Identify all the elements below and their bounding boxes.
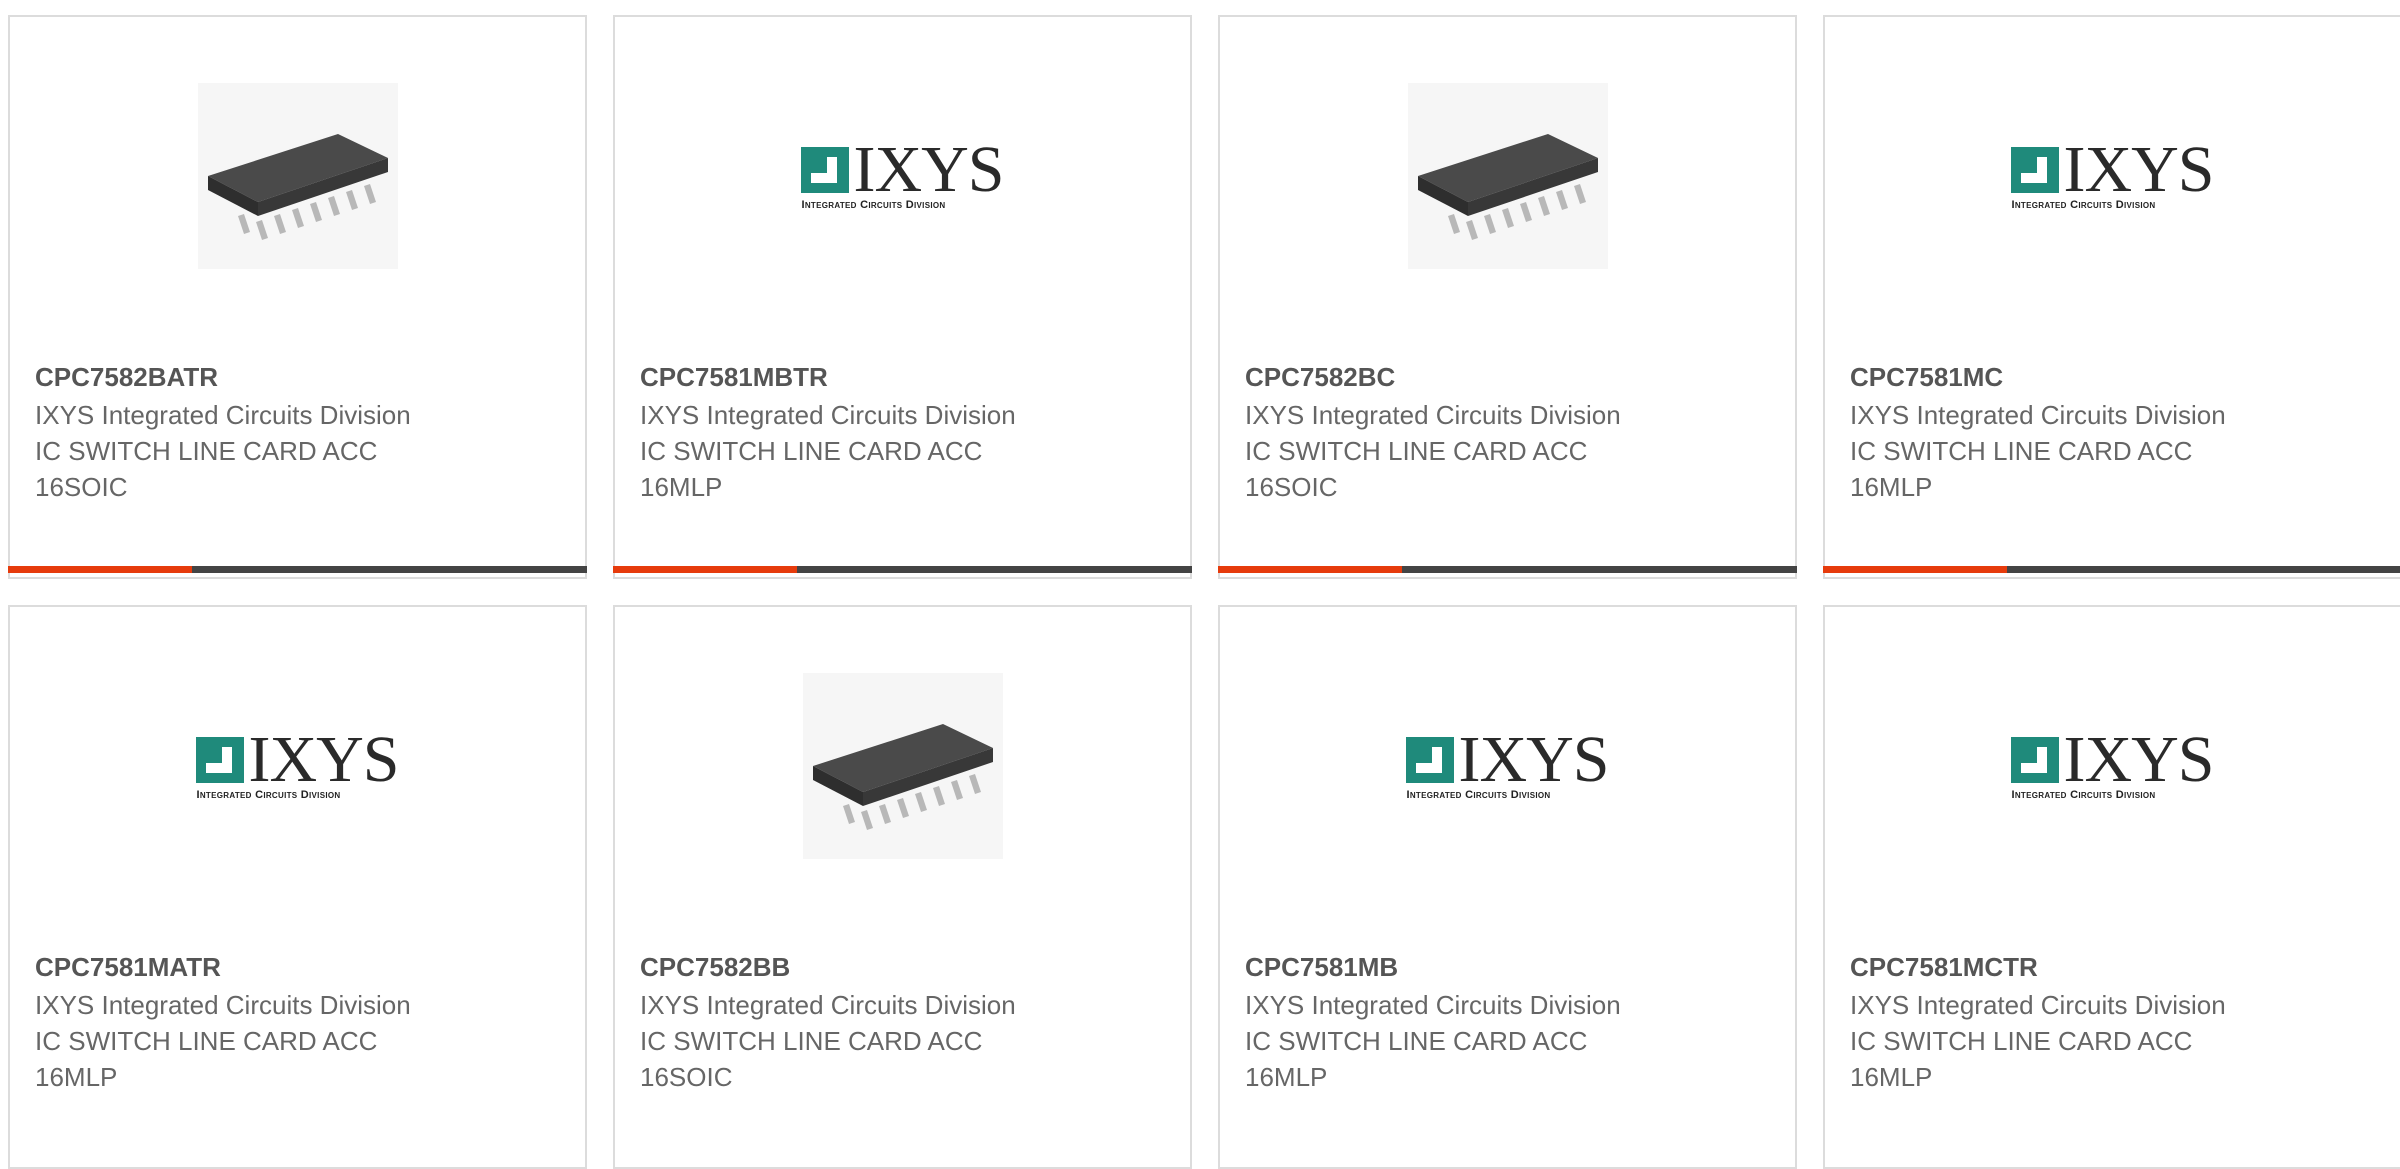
logo-word: IXYS [1458, 722, 1609, 796]
part-number[interactable]: CPC7581MC [1850, 359, 2380, 395]
part-number[interactable]: CPC7581MCTR [1850, 949, 2380, 985]
description: IC SWITCH LINE CARD ACC [35, 1026, 378, 1056]
product-card[interactable]: CPC7582BC IXYS Integrated Circuits Divis… [1218, 15, 1797, 579]
product-card[interactable]: IXYS Integrated Circuits Division CPC758… [613, 15, 1192, 579]
logo-word: IXYS [2063, 722, 2214, 796]
product-card[interactable]: CPC7582BB IXYS Integrated Circuits Divis… [613, 605, 1192, 1169]
product-card[interactable]: IXYS Integrated Circuits Division CPC758… [8, 605, 587, 1169]
description: IC SWITCH LINE CARD ACC [1245, 436, 1588, 466]
manufacturer: IXYS Integrated Circuits Division [1245, 990, 1621, 1020]
product-image[interactable] [615, 671, 1190, 861]
product-image[interactable]: IXYS Integrated Circuits Division [615, 81, 1190, 271]
product-grid: CPC7582BATR IXYS Integrated Circuits Div… [8, 15, 2400, 1169]
card-bottom-bar [1218, 566, 1797, 573]
part-number[interactable]: CPC7582BC [1245, 359, 1775, 395]
logo-word: IXYS [2063, 132, 2214, 206]
package: 16MLP [1245, 1062, 1328, 1092]
manufacturer: IXYS Integrated Circuits Division [1850, 990, 2226, 1020]
product-image[interactable] [10, 81, 585, 271]
logo-word: IXYS [853, 132, 1004, 206]
package: 16MLP [1850, 1062, 1933, 1092]
product-card[interactable]: IXYS Integrated Circuits Division CPC758… [1823, 605, 2400, 1169]
product-card[interactable]: CPC7582BATR IXYS Integrated Circuits Div… [8, 15, 587, 579]
soic-chip-icon [197, 83, 398, 269]
logo-word: IXYS [248, 722, 399, 796]
logo-subtitle: Integrated Circuits Division [196, 788, 341, 801]
part-number[interactable]: CPC7581MATR [35, 949, 565, 985]
logo-subtitle: Integrated Circuits Division [1406, 788, 1551, 801]
card-bottom-bar [8, 566, 587, 573]
part-number[interactable]: CPC7581MBTR [640, 359, 1170, 395]
manufacturer: IXYS Integrated Circuits Division [35, 990, 411, 1020]
package: 16MLP [1850, 472, 1933, 502]
description: IC SWITCH LINE CARD ACC [35, 436, 378, 466]
ixys-logo-icon: IXYS Integrated Circuits Division [2011, 132, 2215, 211]
manufacturer: IXYS Integrated Circuits Division [640, 400, 1016, 430]
manufacturer: IXYS Integrated Circuits Division [35, 400, 411, 430]
part-number[interactable]: CPC7581MB [1245, 949, 1775, 985]
description: IC SWITCH LINE CARD ACC [1850, 436, 2193, 466]
soic-chip-icon [1407, 83, 1608, 269]
ixys-logo-icon: IXYS Integrated Circuits Division [801, 132, 1005, 211]
package: 16SOIC [35, 472, 128, 502]
manufacturer: IXYS Integrated Circuits Division [1850, 400, 2226, 430]
ixys-logo-icon: IXYS Integrated Circuits Division [196, 722, 400, 801]
package: 16MLP [35, 1062, 118, 1092]
product-image[interactable]: IXYS Integrated Circuits Division [1825, 81, 2400, 271]
product-image[interactable] [1220, 81, 1795, 271]
package: 16MLP [640, 472, 723, 502]
manufacturer: IXYS Integrated Circuits Division [1245, 400, 1621, 430]
ixys-logo-icon: IXYS Integrated Circuits Division [1406, 722, 1610, 801]
logo-subtitle: Integrated Circuits Division [2011, 788, 2156, 801]
part-number[interactable]: CPC7582BB [640, 949, 1170, 985]
ixys-logo-icon: IXYS Integrated Circuits Division [2011, 722, 2215, 801]
part-number[interactable]: CPC7582BATR [35, 359, 565, 395]
logo-subtitle: Integrated Circuits Division [2011, 198, 2156, 211]
package: 16SOIC [640, 1062, 733, 1092]
card-bottom-bar [1823, 566, 2400, 573]
product-card[interactable]: IXYS Integrated Circuits Division CPC758… [1218, 605, 1797, 1169]
description: IC SWITCH LINE CARD ACC [640, 1026, 983, 1056]
product-image[interactable]: IXYS Integrated Circuits Division [1825, 671, 2400, 861]
manufacturer: IXYS Integrated Circuits Division [640, 990, 1016, 1020]
logo-subtitle: Integrated Circuits Division [801, 198, 946, 211]
description: IC SWITCH LINE CARD ACC [1850, 1026, 2193, 1056]
description: IC SWITCH LINE CARD ACC [640, 436, 983, 466]
card-bottom-bar [613, 566, 1192, 573]
soic-chip-icon [802, 673, 1003, 859]
package: 16SOIC [1245, 472, 1338, 502]
description: IC SWITCH LINE CARD ACC [1245, 1026, 1588, 1056]
product-image[interactable]: IXYS Integrated Circuits Division [1220, 671, 1795, 861]
product-image[interactable]: IXYS Integrated Circuits Division [10, 671, 585, 861]
product-card[interactable]: IXYS Integrated Circuits Division CPC758… [1823, 15, 2400, 579]
